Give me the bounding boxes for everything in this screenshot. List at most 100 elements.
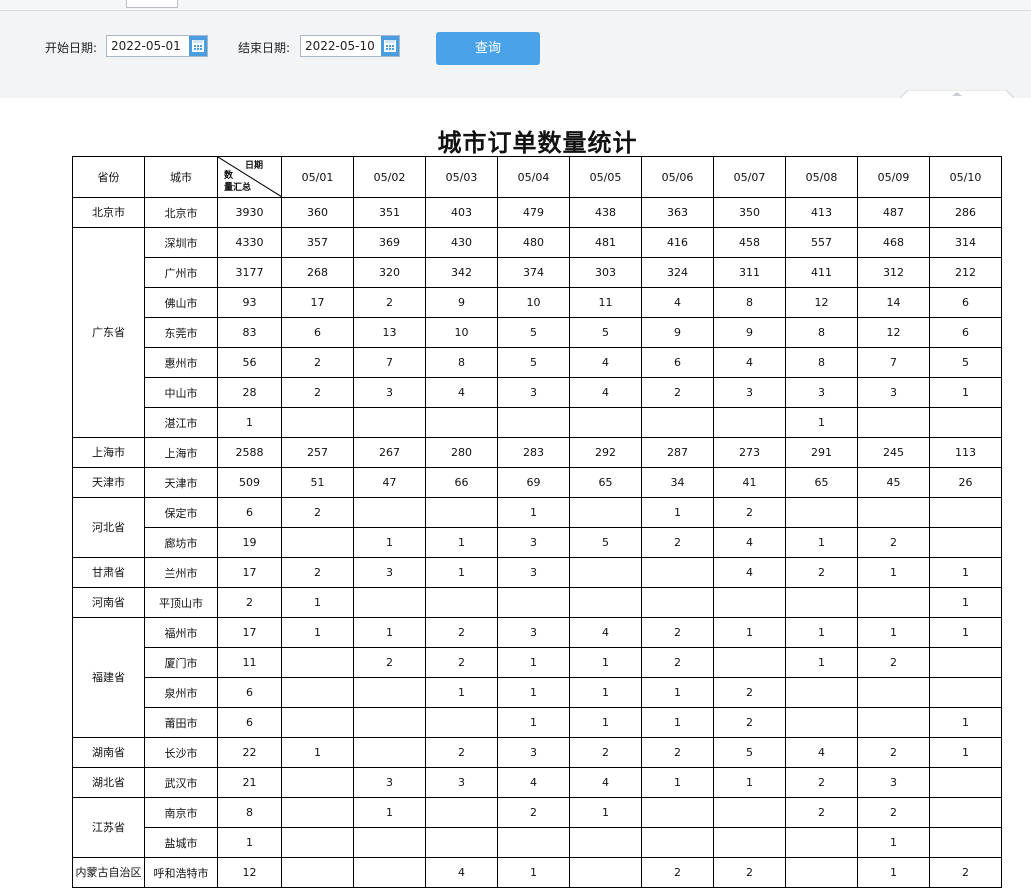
collapse-handle[interactable] [900, 90, 1014, 98]
value-cell: 4 [569, 767, 642, 798]
table-row: 内蒙古自治区 呼和浩特市 12 4 1 2 2 1 2 [72, 857, 1002, 888]
value-cell: 51 [281, 467, 354, 498]
value-cell [281, 647, 354, 678]
end-date-field[interactable]: 2022-05-10 [300, 35, 400, 57]
value-cell: 5 [929, 347, 1002, 378]
value-cell [929, 797, 1002, 828]
start-date-label: 开始日期: [45, 41, 98, 55]
value-cell [929, 647, 1002, 678]
total-cell: 2 [217, 587, 282, 618]
value-cell [569, 587, 642, 618]
value-cell: 320 [353, 257, 426, 288]
value-cell: 2 [353, 647, 426, 678]
query-button[interactable]: 查询 [436, 32, 540, 65]
calendar-icon[interactable] [381, 36, 399, 56]
value-cell: 324 [641, 257, 714, 288]
value-cell [497, 407, 570, 438]
value-cell: 1 [929, 587, 1002, 618]
value-cell: 9 [641, 317, 714, 348]
value-cell: 1 [569, 677, 642, 708]
value-cell: 3 [857, 767, 930, 798]
city-cell: 盐城市 [144, 827, 218, 858]
value-cell [353, 827, 426, 858]
value-cell: 267 [353, 437, 426, 468]
city-cell: 厦门市 [144, 647, 218, 678]
value-cell: 2 [857, 647, 930, 678]
value-cell: 47 [353, 467, 426, 498]
value-cell: 4 [785, 737, 858, 768]
value-cell [281, 827, 354, 858]
city-cell: 兰州市 [144, 557, 218, 588]
value-cell: 1 [569, 707, 642, 738]
value-cell [425, 497, 498, 528]
value-cell: 11 [569, 287, 642, 318]
value-cell: 6 [281, 317, 354, 348]
value-cell: 363 [641, 197, 714, 228]
value-cell: 1 [497, 707, 570, 738]
value-cell [785, 677, 858, 708]
city-cell: 深圳市 [144, 227, 218, 258]
value-cell: 1 [857, 857, 930, 888]
province-cell: 甘肃省 [72, 557, 145, 588]
value-cell: 283 [497, 437, 570, 468]
value-cell [713, 827, 786, 858]
table-row: 河南省 平顶山市 2 1 1 [72, 587, 1002, 618]
table-row: 东莞市 83 6 13 10 5 5 9 9 8 12 6 [73, 317, 1002, 348]
value-cell: 2 [713, 677, 786, 708]
city-cell: 呼和浩特市 [144, 857, 218, 888]
value-cell: 2 [785, 797, 858, 828]
value-cell: 2 [569, 737, 642, 768]
start-date-field[interactable]: 2022-05-01 [106, 35, 208, 57]
table-row: 湖北省 武汉市 21 3 3 4 4 1 1 2 3 [72, 767, 1002, 798]
total-cell: 3177 [217, 257, 282, 288]
value-cell [713, 587, 786, 618]
value-cell: 8 [713, 287, 786, 318]
date-header: 05/03 [425, 156, 498, 198]
value-cell [929, 527, 1002, 558]
city-cell: 上海市 [144, 437, 218, 468]
value-cell: 1 [785, 617, 858, 648]
city-cell: 长沙市 [144, 737, 218, 768]
value-cell: 479 [497, 197, 570, 228]
total-cell: 83 [217, 317, 282, 348]
value-cell: 1 [353, 527, 426, 558]
value-cell: 303 [569, 257, 642, 288]
value-cell: 2 [785, 557, 858, 588]
value-cell: 8 [425, 347, 498, 378]
province-cell: 上海市 [72, 437, 145, 468]
total-cell: 28 [217, 377, 282, 408]
value-cell: 351 [353, 197, 426, 228]
value-cell [281, 767, 354, 798]
value-cell [569, 407, 642, 438]
value-cell: 2 [713, 707, 786, 738]
value-cell [641, 587, 714, 618]
value-cell [353, 497, 426, 528]
value-cell: 2 [425, 737, 498, 768]
page-number-input[interactable] [126, 0, 178, 8]
value-cell: 291 [785, 437, 858, 468]
value-cell [569, 497, 642, 528]
value-cell [281, 407, 354, 438]
value-cell: 2 [785, 767, 858, 798]
value-cell: 1 [425, 677, 498, 708]
value-cell: 3 [353, 557, 426, 588]
calendar-icon[interactable] [189, 36, 207, 56]
value-cell [353, 587, 426, 618]
value-cell: 4 [425, 377, 498, 408]
value-cell: 7 [857, 347, 930, 378]
value-cell: 416 [641, 227, 714, 258]
value-cell: 12 [785, 287, 858, 318]
value-cell: 311 [713, 257, 786, 288]
total-cell: 17 [217, 617, 282, 648]
city-cell: 莆田市 [144, 707, 218, 738]
total-cell: 93 [217, 287, 282, 318]
total-cell: 11 [217, 647, 282, 678]
value-cell: 3 [857, 377, 930, 408]
value-cell: 5 [497, 347, 570, 378]
city-cell: 平顶山市 [144, 587, 218, 618]
province-cell: 湖南省 [72, 737, 145, 768]
value-cell: 17 [281, 287, 354, 318]
value-cell: 312 [857, 257, 930, 288]
value-cell [497, 587, 570, 618]
value-cell: 3 [353, 377, 426, 408]
